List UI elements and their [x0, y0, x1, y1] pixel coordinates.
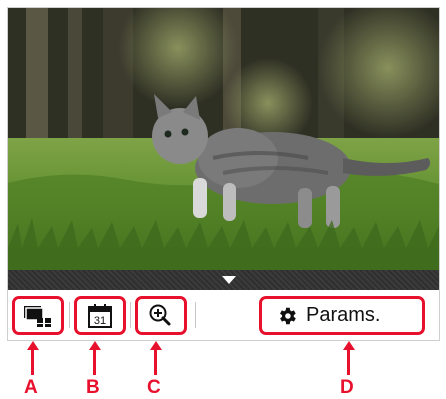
- gear-icon: [280, 307, 296, 324]
- callout-label-b: B: [86, 377, 100, 398]
- chevron-down-icon[interactable]: [222, 276, 236, 284]
- kitten-image: [8, 8, 439, 270]
- callout-arrowhead-b: [88, 341, 101, 350]
- params-button[interactable]: Params.: [259, 296, 425, 335]
- callout-label-a: A: [24, 377, 38, 398]
- callout-label-d: D: [340, 377, 354, 398]
- callout-arrowhead-c: [149, 341, 162, 350]
- zoom-button[interactable]: [135, 296, 187, 335]
- callout-line-b: [93, 348, 96, 375]
- toolbar-divider: [130, 302, 131, 328]
- scroll-indicator-strip[interactable]: [8, 270, 439, 290]
- layout-view-button[interactable]: [12, 296, 64, 335]
- calendar-icon: 31: [88, 303, 112, 328]
- bottom-toolbar: 31 Params.: [8, 290, 439, 340]
- callout-line-c: [154, 348, 157, 375]
- callout-arrowhead-d: [342, 341, 355, 350]
- callout-line-a: [31, 348, 34, 375]
- zoom-in-icon: [149, 304, 171, 325]
- callout-line-d: [347, 348, 350, 375]
- calendar-day-number: 31: [94, 315, 106, 327]
- toolbar-divider: [195, 302, 196, 328]
- toolbar-divider: [69, 302, 70, 328]
- params-button-label: Params.: [306, 304, 381, 326]
- printer-touch-screen: 31 Params.: [7, 7, 440, 341]
- multi-image-layout-icon: [24, 305, 51, 327]
- callout-label-c: C: [147, 377, 161, 398]
- photo-preview[interactable]: [8, 8, 439, 270]
- date-search-button[interactable]: 31: [74, 296, 126, 335]
- callout-arrowhead-a: [26, 341, 39, 350]
